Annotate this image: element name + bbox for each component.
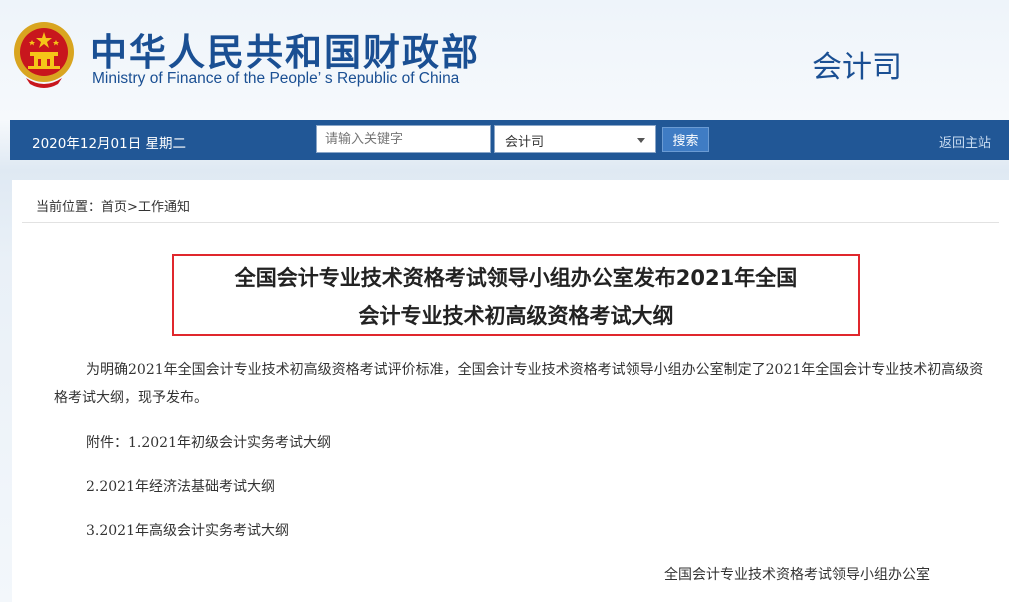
department-select[interactable]: 会计司	[494, 125, 656, 153]
national-emblem-icon	[14, 22, 74, 88]
article-paragraph: 为明确2021年全国会计专业技术初高级资格考试评价标准，全国会计专业技术资格考试…	[54, 356, 984, 412]
article-paragraph-text: 为明确2021年全国会计专业技术初高级资格考试评价标准，全国会计专业技术资格考试…	[54, 362, 984, 406]
chevron-down-icon	[637, 138, 645, 143]
nav-bar: 2020年12月01日 星期二 会计司 搜索 返回主站	[10, 120, 1009, 160]
department-name: 会计司	[812, 50, 902, 85]
site-title: 中华人民共和国财政部	[90, 31, 480, 74]
article-panel: 当前位置：首页>工作通知 全国会计专业技术资格考试领导小组办公室发布2021年全…	[12, 180, 1009, 602]
search-input[interactable]	[316, 125, 491, 153]
current-date: 2020年12月01日 星期二	[32, 136, 187, 152]
article-title-line2: 会计专业技术初高级资格考试大纲	[358, 304, 674, 328]
breadcrumb: 当前位置：首页>工作通知	[36, 196, 190, 215]
breadcrumb-separator: >	[127, 200, 138, 215]
article-title-box: 全国会计专业技术资格考试领导小组办公室发布2021年全国 会计专业技术初高级资格…	[172, 254, 860, 336]
breadcrumb-home-link[interactable]: 首页	[101, 200, 127, 215]
site-header: 中华人民共和国财政部 Ministry of Finance of the Pe…	[0, 0, 1009, 120]
article-signature: 全国会计专业技术资格考试领导小组办公室	[664, 567, 930, 583]
breadcrumb-prefix: 当前位置：	[36, 200, 102, 215]
site-title-english: Ministry of Finance of the People’ s Rep…	[92, 70, 460, 87]
article-title-line1: 全国会计专业技术资格考试领导小组办公室发布2021年全国	[234, 266, 798, 290]
attachment-item-3: 3.2021年高级会计实务考试大纲	[86, 523, 289, 539]
search-button[interactable]: 搜索	[662, 127, 709, 152]
attachment-item-2: 2.2021年经济法基础考试大纲	[86, 479, 275, 495]
breadcrumb-current-link[interactable]: 工作通知	[138, 200, 190, 215]
department-select-value: 会计司	[505, 135, 545, 150]
breadcrumb-divider	[22, 222, 999, 223]
attachment-item-1: 附件：1.2021年初级会计实务考试大纲	[86, 435, 331, 451]
back-home-link[interactable]: 返回主站	[939, 132, 991, 151]
